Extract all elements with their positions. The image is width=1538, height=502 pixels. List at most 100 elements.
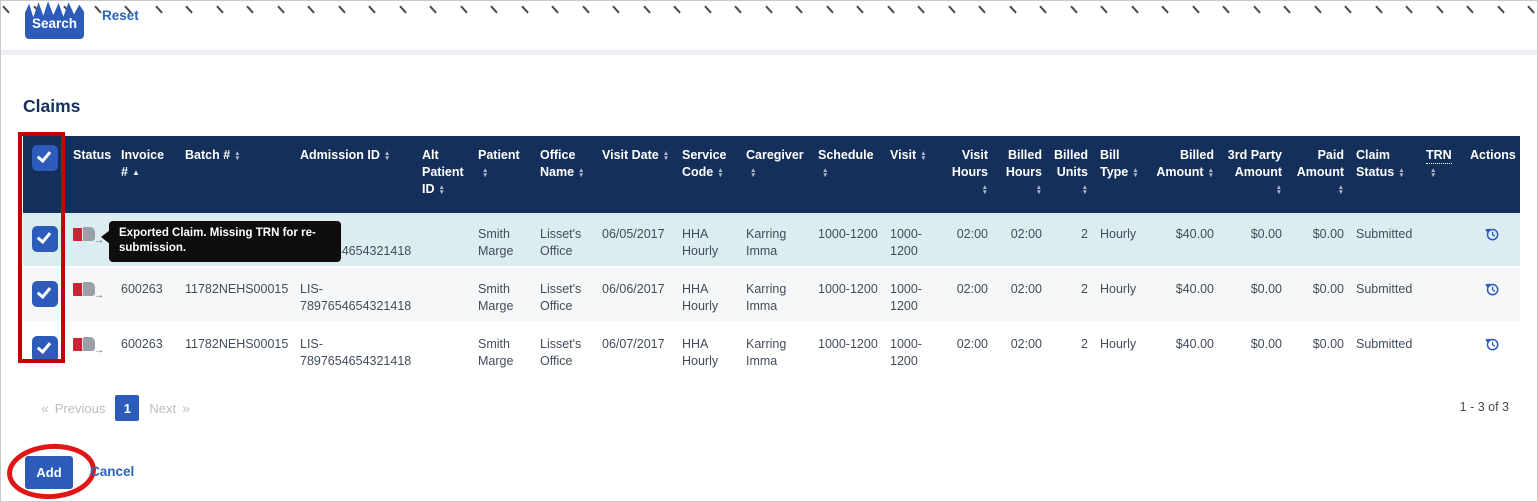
sort-icon[interactable]: ▲▼ (1132, 168, 1138, 178)
column-header-claim_status[interactable]: Claim Status▲▼ (1350, 136, 1420, 213)
status-tooltip: Exported Claim. Missing TRN for re-submi… (109, 221, 341, 262)
previous-arrow-icon[interactable]: « (41, 400, 49, 416)
history-icon[interactable] (1484, 226, 1500, 247)
column-header-schedule[interactable]: Schedule ▲▼ (812, 136, 884, 213)
column-header-bill_type[interactable]: Bill Type▲▼ (1094, 136, 1146, 213)
cell-third_party_amount: $0.00 (1220, 213, 1288, 267)
cell-office: Lisset's Office (534, 322, 596, 377)
sort-icon[interactable]: ▲▼ (982, 185, 988, 195)
cell-visit: 1000-1200 (884, 213, 940, 267)
cell-service_code: HHA Hourly (676, 322, 740, 377)
column-header-visit_hours[interactable]: Visit Hours▲▼ (940, 136, 994, 213)
cell-schedule: 1000-1200 (812, 322, 884, 377)
cell-value: Hourly (1100, 282, 1136, 296)
tear-tick (460, 5, 468, 13)
tear-tick (399, 5, 407, 13)
add-button[interactable]: Add (25, 456, 73, 489)
column-label: Visit (890, 148, 916, 162)
select-all-checkbox[interactable] (32, 145, 58, 171)
sort-icon[interactable]: ▲▼ (482, 168, 488, 178)
sort-icon[interactable]: ▲▼ (663, 151, 669, 161)
row-checkbox[interactable] (32, 336, 58, 362)
sort-icon[interactable]: ▲▼ (234, 151, 240, 161)
sort-icon[interactable]: ▲▼ (1398, 168, 1404, 178)
sort-icon[interactable]: ▲▼ (1082, 185, 1088, 195)
cell-billed_amount: $40.00 (1146, 267, 1220, 322)
cancel-link[interactable]: Cancel (90, 464, 134, 479)
cell-claim_status: Submitted (1350, 213, 1420, 267)
exported-claim-icon[interactable]: → (73, 226, 100, 243)
column-header-patient[interactable]: Patient▲▼ (472, 136, 534, 213)
column-header-office[interactable]: Office Name▲▼ (534, 136, 596, 213)
column-label: Office Name (540, 148, 575, 179)
column-header-invoice[interactable]: Invoice #▲ (115, 136, 179, 213)
column-header-alt_patient[interactable]: Alt Patient ID▲▼ (416, 136, 472, 213)
cell-service_code: HHA Hourly (676, 213, 740, 267)
sort-icon[interactable]: ▲▼ (384, 151, 390, 161)
column-header-paid_amount[interactable]: Paid Amount▲▼ (1288, 136, 1350, 213)
cell-value: 06/06/2017 (602, 282, 665, 296)
column-header-service_code[interactable]: Service Code▲▼ (676, 136, 740, 213)
tear-tick (551, 5, 559, 13)
previous-page-link[interactable]: Previous (55, 401, 106, 416)
cell-bill_type: Hourly (1094, 322, 1146, 377)
history-icon[interactable] (1484, 281, 1500, 302)
cell-billed_hours: 02:00 (994, 322, 1048, 377)
history-icon[interactable] (1484, 336, 1500, 357)
row-checkbox[interactable] (32, 226, 58, 252)
sort-icon[interactable]: ▲▼ (578, 168, 584, 178)
cell-visit_hours: 02:00 (940, 213, 994, 267)
sort-icon[interactable]: ▲▼ (1430, 168, 1436, 178)
sort-icon[interactable]: ▲▼ (822, 168, 828, 178)
column-header-select[interactable] (23, 136, 67, 213)
row-checkbox[interactable] (32, 281, 58, 307)
cell-trn (1420, 213, 1464, 267)
sort-icon[interactable]: ▲▼ (1276, 185, 1282, 195)
column-header-visit[interactable]: Visit ▲▼ (884, 136, 940, 213)
sort-icon[interactable]: ▲▼ (750, 168, 756, 178)
cell-visit: 1000-1200 (884, 322, 940, 377)
sort-icon[interactable]: ▲▼ (439, 185, 445, 195)
reset-link[interactable]: Reset (102, 8, 139, 23)
cell-value: 1000-1200 (890, 282, 922, 313)
tear-tick (734, 5, 742, 13)
sort-icon[interactable]: ▲▼ (717, 168, 723, 178)
sort-icon[interactable]: ▲▼ (1036, 185, 1042, 195)
column-header-admission[interactable]: Admission ID▲▼ (294, 136, 416, 213)
tear-tick (1344, 5, 1352, 13)
next-arrow-icon[interactable]: » (182, 400, 190, 416)
column-header-visit_date[interactable]: Visit Date▲▼ (596, 136, 676, 213)
exported-claim-icon[interactable]: → (73, 336, 100, 353)
tear-tick (2, 5, 10, 13)
cell-value: LIS-7897654654321418 (300, 337, 411, 368)
column-header-trn[interactable]: TRN▲▼ (1420, 136, 1464, 213)
sort-icon[interactable]: ▲▼ (1338, 185, 1344, 195)
sort-icon[interactable]: ▲▼ (920, 151, 926, 161)
next-page-link[interactable]: Next (149, 401, 176, 416)
column-header-billed_units[interactable]: Billed Units▲▼ (1048, 136, 1094, 213)
cell-batch: 11782NEHS00015 (179, 267, 294, 322)
tear-tick (1314, 5, 1322, 13)
column-header-billed_amount[interactable]: Billed Amount▲▼ (1146, 136, 1220, 213)
column-header-batch[interactable]: Batch # ▲▼ (179, 136, 294, 213)
cell-value: $0.00 (1251, 227, 1282, 241)
column-header-third_party_amount[interactable]: 3rd Party Amount▲▼ (1220, 136, 1288, 213)
tear-tick (582, 5, 590, 13)
cell-alt_patient (416, 322, 472, 377)
result-range-label: 1 - 3 of 3 (1460, 400, 1509, 414)
cell-trn (1420, 267, 1464, 322)
tear-tick (185, 5, 193, 13)
column-label: Schedule (818, 148, 874, 162)
tear-tick (948, 5, 956, 13)
tear-tick (1436, 5, 1444, 13)
sort-icon[interactable]: ▲ (132, 170, 140, 175)
exported-claim-icon[interactable]: → (73, 281, 100, 298)
cell-invoice: 600263 (115, 322, 179, 377)
column-label: Batch # (185, 148, 230, 162)
column-header-billed_hours[interactable]: Billed Hours▲▼ (994, 136, 1048, 213)
cell-value: 02:00 (1011, 282, 1042, 296)
current-page-button[interactable]: 1 (115, 395, 139, 421)
tear-tick (1527, 5, 1535, 13)
column-header-caregiver[interactable]: Caregiver▲▼ (740, 136, 812, 213)
sort-icon[interactable]: ▲▼ (1208, 168, 1214, 178)
